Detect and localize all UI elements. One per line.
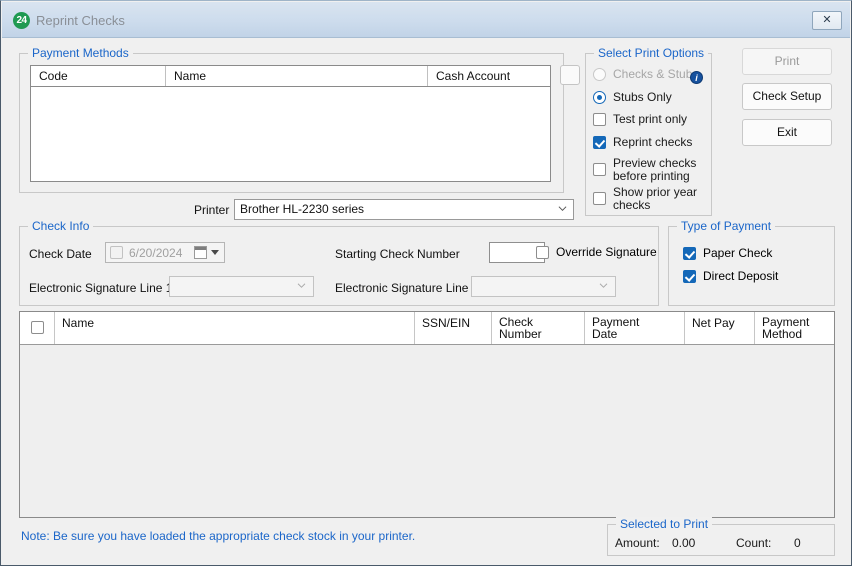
printer-select-value: Brother HL-2230 series [240,202,365,216]
option-direct-deposit-label: Direct Deposit [703,269,779,283]
electronic-signature-line-1-select[interactable] [169,276,314,297]
option-reprint-checks-label: Reprint checks [613,135,693,149]
column-header-check-number-line2: Number [499,327,542,341]
option-test-print-only-label: Test print only [613,112,688,126]
select-all-cell[interactable] [20,312,55,344]
check-list-grid[interactable]: Name SSN/EIN Check Number Payment Date N… [19,311,835,518]
checkbox-reprint-checks-icon[interactable] [593,136,606,149]
checkbox-override-signature-icon[interactable] [536,246,549,259]
option-checks-and-stubs-label: Checks & Stubs [613,67,699,81]
checkbox-show-prior-year-checks-icon[interactable] [593,192,606,205]
count-value: 0 [794,536,801,550]
payment-methods-body [31,87,550,181]
printer-select[interactable]: Brother HL-2230 series [234,199,574,220]
checkbox-direct-deposit-icon[interactable] [683,270,696,283]
electronic-signature-line-2-label: Electronic Signature Line 2 [335,281,479,295]
payment-methods-group: Payment Methods Code Name Cash Account [19,46,580,193]
radio-checks-and-stubs-icon[interactable] [593,68,606,81]
payment-type-group: Type of Payment Paper Check Direct Depos… [668,219,835,306]
column-header-code[interactable]: Code [31,66,166,86]
print-button[interactable]: Print [742,48,832,75]
chevron-down-icon [599,283,608,288]
chevron-down-icon [297,283,306,288]
chevron-down-icon [558,206,567,212]
count-label: Count: [736,536,772,550]
checkbox-paper-check-icon[interactable] [683,247,696,260]
column-header-payment-method[interactable]: Payment Method [755,312,834,344]
column-header-cash-account[interactable]: Cash Account [428,66,550,86]
checkbox-select-all-icon[interactable] [31,321,44,334]
selected-to-print-group: Selected to Print Amount: 0.00 Count: 0 [607,517,835,556]
checkbox-test-print-only-icon[interactable] [593,113,606,126]
option-stubs-only-label: Stubs Only [613,90,672,104]
column-header-name[interactable]: Name [166,66,428,86]
selected-to-print-legend: Selected to Print [616,517,713,531]
check-info-group: Check Info Check Date 6/20/2024 Starting… [19,219,659,306]
app-logo-24-icon: 24 [13,12,30,29]
column-header-ssn-ein[interactable]: SSN/EIN [415,312,492,344]
starting-check-number-label: Starting Check Number [335,247,460,261]
payment-methods-header-row: Code Name Cash Account [31,66,550,87]
payment-methods-legend: Payment Methods [28,46,133,60]
amount-label: Amount: [615,536,660,550]
column-header-net-pay[interactable]: Net Pay [685,312,755,344]
option-show-prior-year-checks-label: Show prior year checks [613,185,698,212]
radio-stubs-only-icon[interactable] [593,91,606,104]
electronic-signature-line-1-label: Electronic Signature Line 1 [29,281,173,295]
footer-note: Note: Be sure you have loaded the approp… [21,529,416,543]
print-options-group: Select Print Options Checks & Stubs i St… [585,46,712,216]
check-date-enable-checkbox[interactable] [110,246,123,259]
electronic-signature-line-2-select[interactable] [471,276,616,297]
checkbox-preview-checks-icon[interactable] [593,163,606,176]
column-header-check-number[interactable]: Check Number [492,312,585,344]
check-list-body [20,345,834,517]
option-preview-checks-label: Preview checks before printing [613,156,697,183]
check-date-label: Check Date [29,247,92,261]
override-signature-label: Override Signature [556,245,657,259]
check-info-legend: Check Info [28,219,94,233]
column-header-payment-date-line2: Date [592,327,618,341]
payment-methods-select-button[interactable] [560,65,580,85]
window-title: Reprint Checks [36,13,125,28]
reprint-checks-window: 24 Reprint Checks ✕ Payment Methods Code… [0,0,852,566]
info-icon[interactable]: i [690,71,703,84]
calendar-icon[interactable] [194,246,207,259]
column-header-payment-method-line2: Method [762,327,803,341]
column-header-name[interactable]: Name [55,312,415,344]
chevron-down-icon[interactable] [211,250,219,255]
option-paper-check-label: Paper Check [703,246,773,260]
payment-methods-grid[interactable]: Code Name Cash Account [30,65,551,182]
amount-value: 0.00 [672,536,696,550]
printer-label: Printer [194,203,230,217]
check-date-value: 6/20/2024 [129,246,183,260]
column-header-payment-date[interactable]: Payment Date [585,312,685,344]
print-options-legend: Select Print Options [594,46,709,60]
title-bar: 24 Reprint Checks ✕ [2,2,850,38]
check-list-header-row: Name SSN/EIN Check Number Payment Date N… [20,312,834,345]
check-date-picker[interactable]: 6/20/2024 [105,242,225,263]
close-icon[interactable]: ✕ [812,11,842,30]
exit-button[interactable]: Exit [742,119,832,146]
check-setup-button[interactable]: Check Setup [742,83,832,110]
payment-type-legend: Type of Payment [677,219,776,233]
